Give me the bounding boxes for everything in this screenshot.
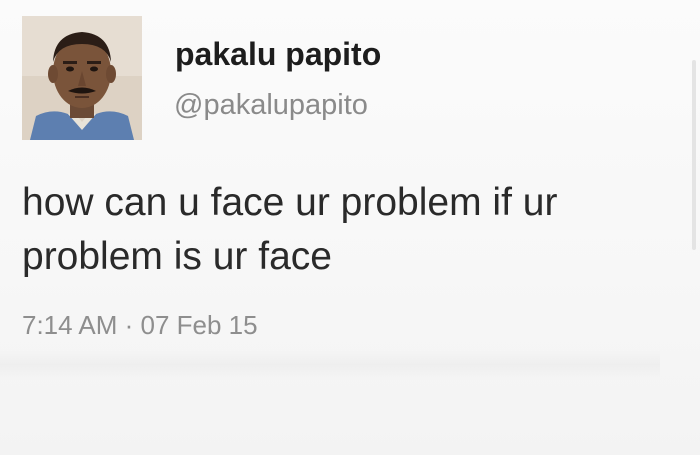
- tweet-text-line: problem is ur face: [22, 235, 332, 278]
- tweet-card: pakalu papito @pakalupapito how can u fa…: [0, 0, 700, 455]
- user-handle[interactable]: @pakalupapito: [174, 89, 368, 122]
- avatar[interactable]: [22, 16, 142, 140]
- display-name[interactable]: pakalu papito: [175, 36, 381, 73]
- tweet-text: how can u face ur problem if ur problem …: [22, 176, 662, 284]
- divider: [0, 350, 660, 380]
- scrollbar[interactable]: [692, 60, 696, 250]
- tweet-timestamp[interactable]: 7:14 AM · 07 Feb 15: [22, 310, 258, 341]
- profile-photo-icon: [22, 16, 142, 140]
- tweet-text-line: how can u face ur problem if ur: [22, 181, 558, 224]
